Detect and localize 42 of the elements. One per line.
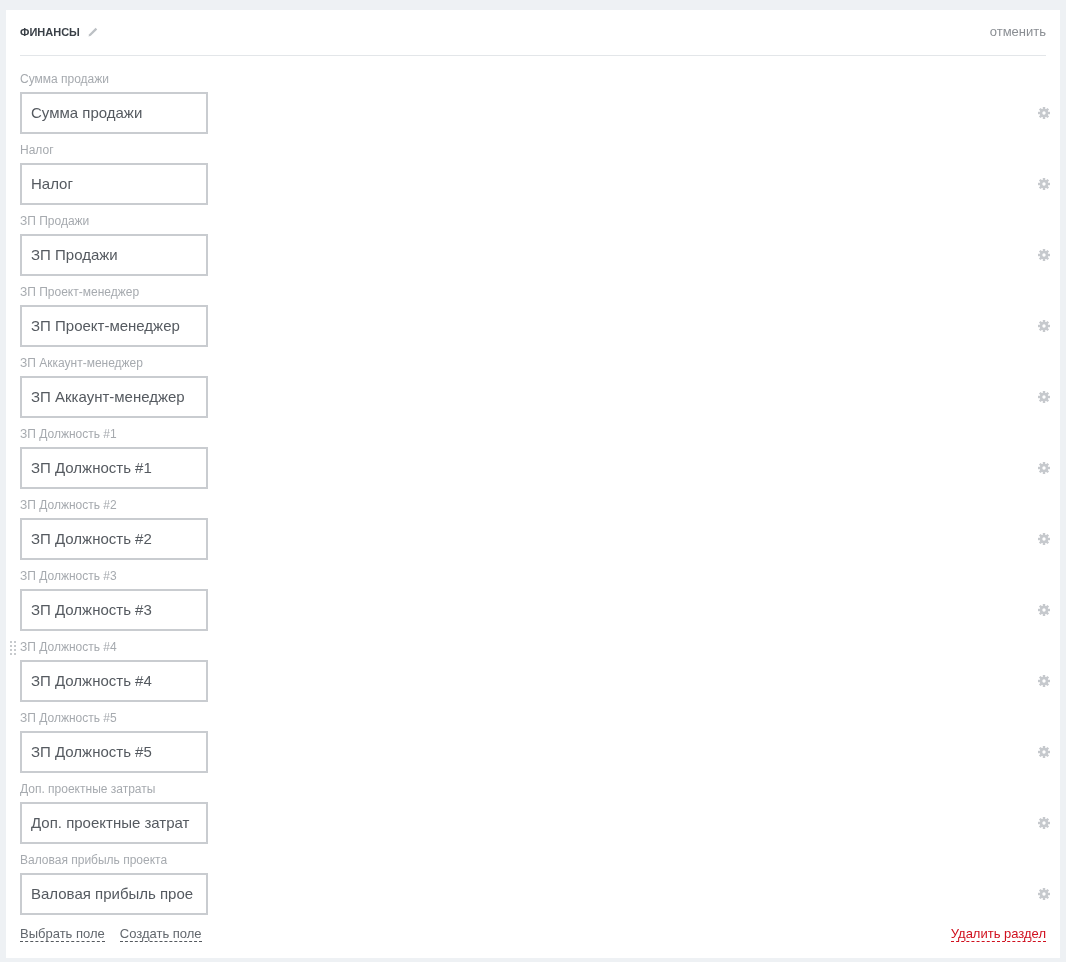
text-field[interactable]: Налог: [20, 163, 208, 205]
field-label: ЗП Должность #3: [20, 569, 117, 584]
settings-icon[interactable]: [1038, 746, 1050, 758]
field-label: Доп. проектные затраты: [20, 782, 156, 797]
footer-link[interactable]: Выбрать поле: [20, 926, 105, 942]
text-field[interactable]: Сумма продажи: [20, 92, 208, 134]
text-field[interactable]: Доп. проектные затрат: [20, 802, 208, 844]
text-field[interactable]: ЗП Должность #1: [20, 447, 208, 489]
field-label: ЗП Должность #2: [20, 498, 117, 513]
text-field[interactable]: ЗП Продажи: [20, 234, 208, 276]
field-label: ЗП Аккаунт-менеджер: [20, 356, 143, 371]
settings-icon[interactable]: [1038, 817, 1050, 829]
delete-section-link[interactable]: Удалить раздел: [950, 926, 1046, 942]
pencil-icon[interactable]: [87, 27, 98, 37]
settings-icon[interactable]: [1038, 675, 1050, 687]
text-field[interactable]: ЗП Должность #5: [20, 731, 208, 773]
settings-icon[interactable]: [1038, 107, 1050, 119]
settings-icon[interactable]: [1038, 320, 1050, 332]
field-label: Сумма продажи: [20, 72, 110, 87]
settings-icon[interactable]: [1038, 888, 1050, 900]
field-label: ЗП Продажи: [20, 214, 90, 229]
settings-icon[interactable]: [1038, 178, 1050, 190]
text-field[interactable]: ЗП Должность #3: [20, 589, 208, 631]
field-label: ЗП Должность #1: [20, 427, 117, 442]
drag-handle-icon[interactable]: [10, 641, 16, 655]
settings-icon[interactable]: [1038, 533, 1050, 545]
text-field[interactable]: ЗП Проект-менеджер: [20, 305, 208, 347]
settings-icon[interactable]: [1038, 462, 1050, 474]
field-label: Валовая прибыль проекта: [20, 853, 168, 868]
field-label: ЗП Проект-менеджер: [20, 285, 140, 300]
field-label: Налог: [20, 143, 54, 158]
text-field[interactable]: ЗП Должность #4: [20, 660, 208, 702]
text-field[interactable]: Валовая прибыль прое: [20, 873, 208, 915]
settings-icon[interactable]: [1038, 391, 1050, 403]
footer-link[interactable]: Создать поле: [119, 926, 202, 942]
section-title: ФИНАНСЫ: [20, 25, 80, 40]
settings-icon[interactable]: [1038, 249, 1050, 261]
field-label: ЗП Должность #5: [20, 711, 117, 726]
settings-icon[interactable]: [1038, 604, 1050, 616]
text-field[interactable]: ЗП Должность #2: [20, 518, 208, 560]
text-field[interactable]: ЗП Аккаунт-менеджер: [20, 376, 208, 418]
field-label: ЗП Должность #4: [20, 640, 117, 655]
